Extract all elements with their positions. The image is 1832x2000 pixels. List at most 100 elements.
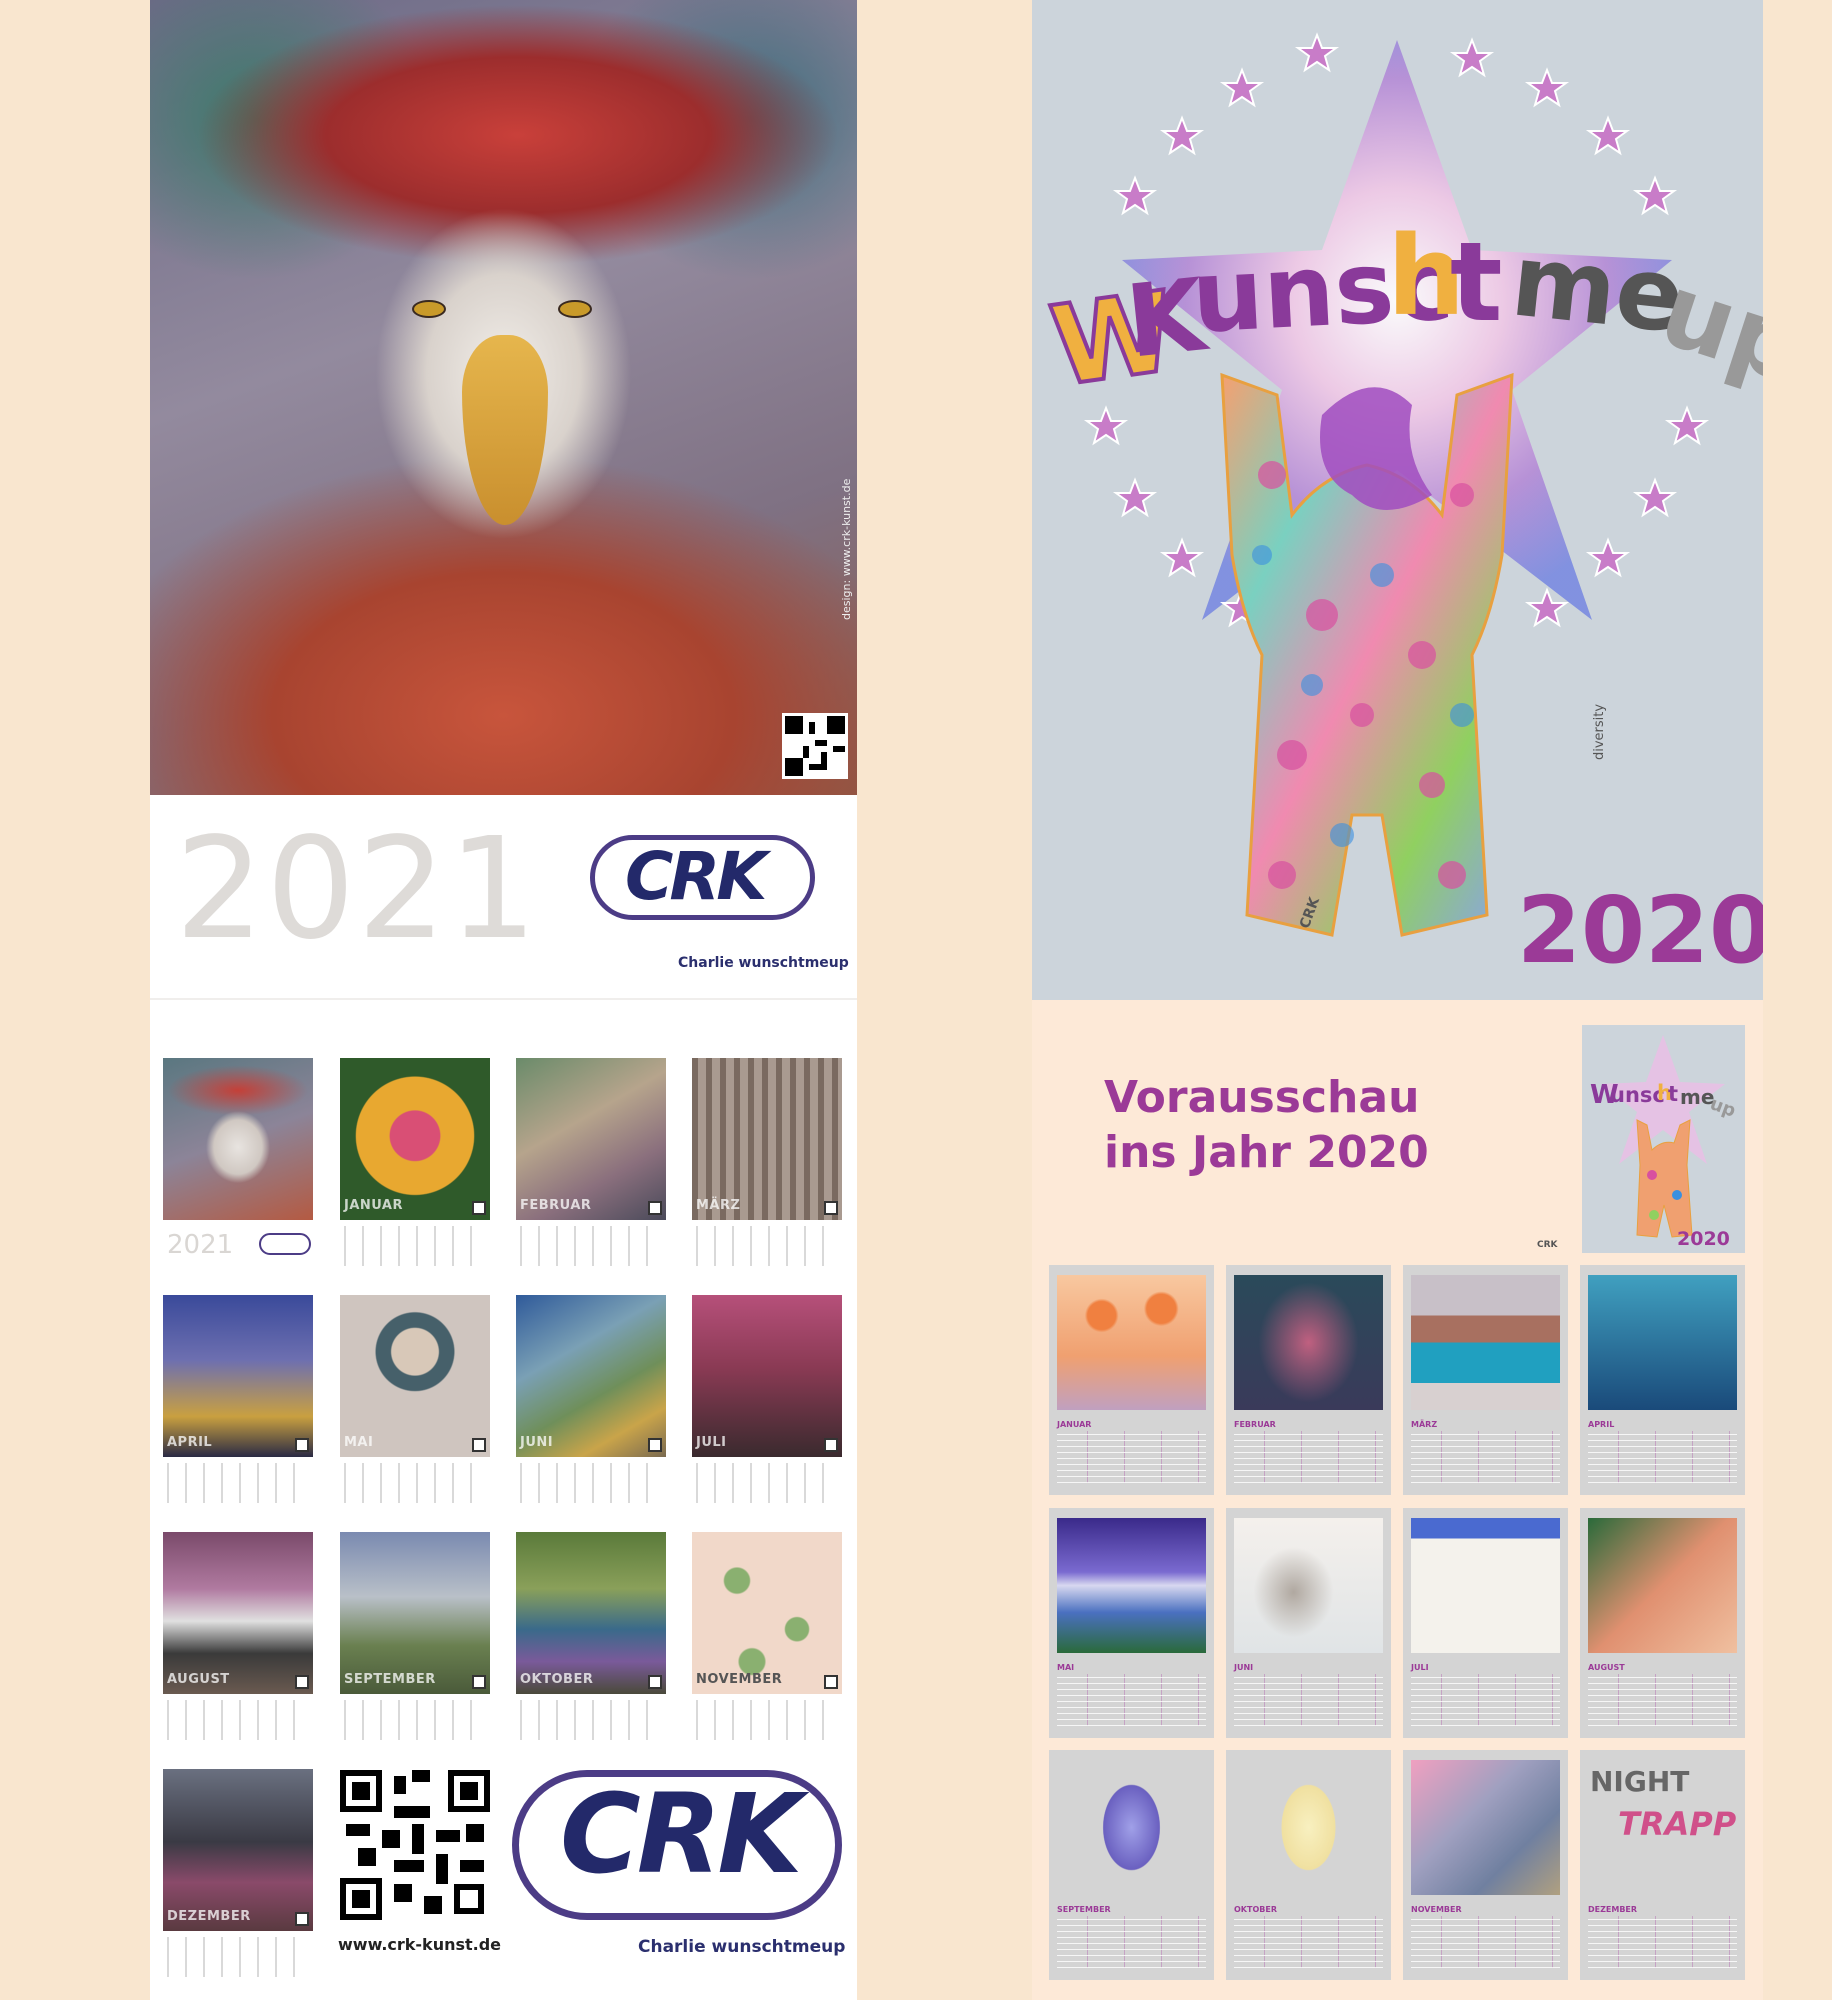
month-image bbox=[1588, 1518, 1737, 1653]
month-image bbox=[163, 1769, 313, 1931]
buddy-bear-graphic bbox=[1220, 372, 1514, 937]
qr-icon bbox=[824, 1675, 838, 1689]
month-card-juli: JULI bbox=[1403, 1508, 1568, 1738]
month-grid bbox=[1411, 1674, 1560, 1726]
month-grid bbox=[1234, 1916, 1383, 1968]
qr-icon bbox=[472, 1438, 486, 1452]
month-label: MAI bbox=[1057, 1663, 1075, 1672]
month-image bbox=[1234, 1760, 1383, 1895]
month-card-dezember: NIGHT TRAPP DEZEMBER bbox=[1580, 1750, 1745, 1980]
month-label: JUNI bbox=[520, 1435, 554, 1450]
month-card-januar: JANUAR bbox=[1049, 1265, 1214, 1495]
month-card-august: AUGUST bbox=[1580, 1508, 1745, 1738]
month-grid bbox=[1411, 1431, 1560, 1483]
cover-side-text: diversity bbox=[1592, 703, 1607, 760]
eagle-beak bbox=[462, 335, 548, 525]
month-card-oktober: OKTOBER bbox=[1226, 1750, 1391, 1980]
qr-icon bbox=[648, 1675, 662, 1689]
month-label: FEBRUAR bbox=[520, 1198, 592, 1213]
crk-logo-large-text: CRK bbox=[560, 1770, 803, 1898]
month-grid bbox=[167, 1463, 309, 1503]
month-grid bbox=[1057, 1916, 1206, 1968]
divider bbox=[150, 998, 857, 1000]
preview-title-line-2: ins Jahr 2020 bbox=[1104, 1127, 1429, 1178]
month-image bbox=[516, 1295, 666, 1457]
month-grid bbox=[696, 1700, 838, 1740]
calendar-2021: design: www.crk-kunst.de 2021 CRK Charli… bbox=[150, 0, 857, 2000]
month-image bbox=[692, 1058, 842, 1220]
mini-cover-year: 2021 bbox=[167, 1230, 234, 1260]
month-grid bbox=[344, 1463, 486, 1503]
month-label: OKTOBER bbox=[520, 1672, 594, 1687]
month-grid bbox=[696, 1463, 838, 1503]
month-label: DEZEMBER bbox=[167, 1909, 251, 1924]
month-card-juni: JUNI bbox=[1226, 1508, 1391, 1738]
qr-icon bbox=[472, 1201, 486, 1215]
qr-icon bbox=[824, 1438, 838, 1452]
month-label: MAI bbox=[344, 1435, 374, 1450]
month-image bbox=[1411, 1275, 1560, 1410]
month-card-mai: MAI bbox=[1049, 1508, 1214, 1738]
month-label: SEPTEMBER bbox=[1057, 1905, 1111, 1914]
month-grid bbox=[1234, 1674, 1383, 1726]
cover-credit: design: www.crk-kunst.de bbox=[840, 478, 853, 620]
month-label: AUGUST bbox=[167, 1672, 230, 1687]
month-image bbox=[1411, 1518, 1560, 1653]
month-label: OKTOBER bbox=[1234, 1905, 1277, 1914]
month-label: JULI bbox=[1411, 1663, 1429, 1672]
month-card-november: NOVEMBER bbox=[1403, 1750, 1568, 1980]
month-label: FEBRUAR bbox=[1234, 1420, 1276, 1429]
month-label: AUGUST bbox=[1588, 1663, 1625, 1672]
calendar-year: 2020 bbox=[1517, 877, 1763, 984]
month-image bbox=[1057, 1760, 1206, 1895]
month-grid bbox=[1057, 1674, 1206, 1726]
preview-title-line-1: Vorausschau bbox=[1104, 1072, 1420, 1123]
month-grid bbox=[344, 1700, 486, 1740]
thumb-title-4: t bbox=[1668, 1082, 1679, 1106]
month-label: DEZEMBER bbox=[1588, 1905, 1638, 1914]
month-label: MÄRZ bbox=[1411, 1420, 1438, 1429]
month-image bbox=[1234, 1275, 1383, 1410]
month-grid bbox=[1234, 1431, 1383, 1483]
month-label: APRIL bbox=[167, 1435, 213, 1450]
crk-logo-text: CRK bbox=[625, 838, 767, 915]
qr-icon bbox=[295, 1912, 309, 1926]
qr-icon bbox=[648, 1438, 662, 1452]
month-image bbox=[1234, 1518, 1383, 1653]
qr-icon bbox=[648, 1201, 662, 1215]
month-label: NOVEMBER bbox=[1411, 1905, 1462, 1914]
month-image bbox=[163, 1532, 313, 1694]
website-link[interactable]: www.crk-kunst.de bbox=[338, 1935, 501, 1954]
month-grid bbox=[520, 1463, 662, 1503]
month-image bbox=[1411, 1760, 1560, 1895]
month-card-september: SEPTEMBER bbox=[1049, 1750, 1214, 1980]
qr-icon bbox=[785, 716, 845, 776]
december-art-text-2: TRAPP bbox=[1618, 1805, 1737, 1843]
cover-thumbnail: W unsc h t me up 2020 bbox=[1582, 1025, 1745, 1253]
month-image bbox=[1588, 1275, 1737, 1410]
month-card-april: APRIL bbox=[1580, 1265, 1745, 1495]
month-grid bbox=[167, 1937, 309, 1977]
month-image bbox=[1057, 1518, 1206, 1653]
cover-qr-code bbox=[782, 713, 848, 779]
month-grid bbox=[520, 1226, 662, 1266]
mini-crk-logo bbox=[259, 1233, 311, 1255]
calendar-2020-cover: W K unsc h t me up diversity CRK 2020 bbox=[1032, 0, 1763, 1000]
brand-name: Charlie wunschtmeup bbox=[678, 955, 849, 971]
december-art-text-1: NIGHT bbox=[1590, 1765, 1690, 1798]
month-image bbox=[340, 1295, 490, 1457]
qr-icon bbox=[295, 1438, 309, 1452]
month-grid bbox=[696, 1226, 838, 1266]
month-grid bbox=[1411, 1916, 1560, 1968]
cover-artwork-eagle: design: www.crk-kunst.de bbox=[150, 0, 857, 795]
month-grid bbox=[344, 1226, 486, 1266]
qr-icon bbox=[295, 1675, 309, 1689]
mini-cover-image bbox=[163, 1058, 313, 1220]
thumb-year: 2020 bbox=[1677, 1228, 1730, 1250]
calendar-year: 2021 bbox=[175, 808, 540, 971]
month-grid bbox=[1057, 1431, 1206, 1483]
month-grid bbox=[1588, 1431, 1737, 1483]
month-label: NOVEMBER bbox=[696, 1672, 783, 1687]
month-label: JANUAR bbox=[1057, 1420, 1092, 1429]
month-image bbox=[692, 1295, 842, 1457]
